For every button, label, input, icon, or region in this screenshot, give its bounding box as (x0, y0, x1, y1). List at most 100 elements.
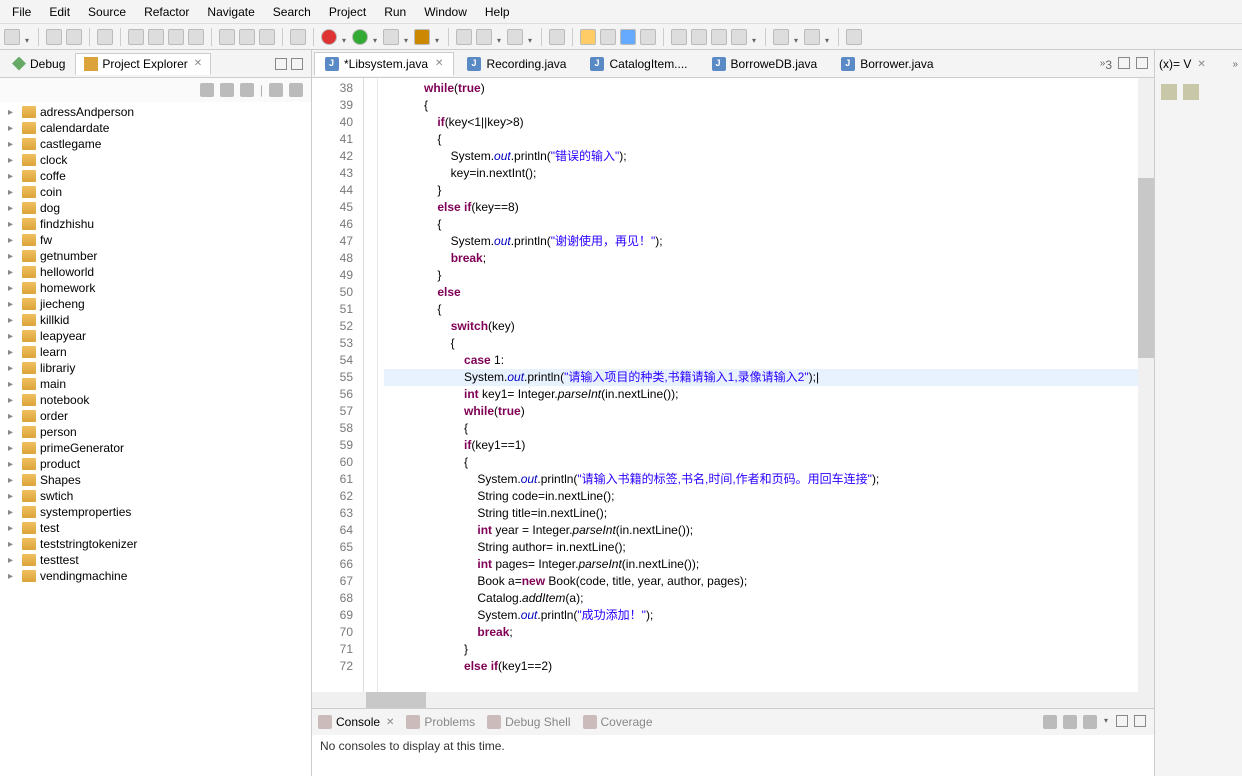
code-line[interactable]: { (384, 97, 1154, 114)
tab-debug-shell[interactable]: Debug Shell (487, 715, 570, 729)
disconnect-icon[interactable] (188, 29, 204, 45)
chevron-right-icon[interactable]: ▸ (8, 347, 18, 358)
terminate-icon[interactable] (168, 29, 184, 45)
tree-item[interactable]: ▸jiecheng (0, 296, 311, 312)
menu-search[interactable]: Search (265, 3, 319, 21)
code-line[interactable]: Catalog.addItem(a); (384, 590, 1154, 607)
minimize-icon[interactable] (1116, 715, 1128, 727)
new-icon[interactable] (4, 29, 20, 45)
menu-help[interactable]: Help (477, 3, 518, 21)
last-edit-icon[interactable] (711, 29, 727, 45)
tree-item[interactable]: ▸getnumber (0, 248, 311, 264)
code-line[interactable]: String code=in.nextLine(); (384, 488, 1154, 505)
tab-coverage[interactable]: Coverage (583, 715, 653, 729)
display-console-icon[interactable] (1063, 715, 1077, 729)
chevron-right-icon[interactable]: ▸ (8, 491, 18, 502)
open-type-icon[interactable] (507, 29, 523, 45)
code-line[interactable]: while(true) (384, 80, 1154, 97)
code-line[interactable]: if(key1==1) (384, 437, 1154, 454)
code-line[interactable]: Book a=new Book(code, title, year, autho… (384, 573, 1154, 590)
editor-tab[interactable]: CatalogItem.... (579, 52, 698, 76)
code-area[interactable]: while(true) { if(key<1||key>8) { System.… (378, 78, 1154, 692)
minimize-icon[interactable] (1118, 57, 1130, 69)
tree-item[interactable]: ▸coin (0, 184, 311, 200)
close-icon[interactable]: ✕ (435, 58, 443, 69)
tree-item[interactable]: ▸testtest (0, 552, 311, 568)
new-package-icon[interactable] (456, 29, 472, 45)
close-icon[interactable]: ✕ (1197, 59, 1205, 70)
code-line[interactable]: System.out.println("谢谢使用，再见！"); (384, 233, 1154, 250)
maximize-icon[interactable] (291, 58, 303, 70)
save-all-icon[interactable] (66, 29, 82, 45)
editor-tab[interactable]: Borrower.java (830, 52, 944, 76)
code-line[interactable]: while(true) (384, 403, 1154, 420)
tree-item[interactable]: ▸castlegame (0, 136, 311, 152)
code-line[interactable]: else if(key1==2) (384, 658, 1154, 675)
chevron-right-icon[interactable]: ▸ (8, 155, 18, 166)
code-line[interactable]: { (384, 131, 1154, 148)
code-line[interactable]: System.out.println("错误的输入"); (384, 148, 1154, 165)
code-line[interactable]: } (384, 182, 1154, 199)
menu-run[interactable]: Run (376, 3, 414, 21)
editor-tab[interactable]: *Libsystem.java✕ (314, 52, 454, 76)
chevron-right-icon[interactable]: ▸ (8, 475, 18, 486)
open-console-icon[interactable] (1083, 715, 1097, 729)
run-icon[interactable] (352, 29, 368, 45)
chevron-right-icon[interactable]: ▸ (8, 331, 18, 342)
tree-item[interactable]: ▸findzhishu (0, 216, 311, 232)
toggle-word-wrap-icon[interactable] (640, 29, 656, 45)
tab-problems[interactable]: Problems (406, 715, 475, 729)
chevron-right-icon[interactable]: ▸ (8, 555, 18, 566)
overflow-icon[interactable]: » (1232, 59, 1238, 70)
menu-edit[interactable]: Edit (41, 3, 78, 21)
code-line[interactable]: System.out.println("请输入书籍的标签,书名,时间,作者和页码… (384, 471, 1154, 488)
tree-item[interactable]: ▸primeGenerator (0, 440, 311, 456)
tree-item[interactable]: ▸killkid (0, 312, 311, 328)
tab-debug[interactable]: Debug (4, 54, 73, 74)
code-line[interactable]: break; (384, 250, 1154, 267)
show-whitespace-icon[interactable] (620, 29, 636, 45)
overflow-count[interactable]: »3 (1100, 58, 1112, 72)
code-line[interactable]: String title=in.nextLine(); (384, 505, 1154, 522)
project-tree[interactable]: ▸adressAndperson▸calendardate▸castlegame… (0, 102, 311, 776)
step-over-icon[interactable] (239, 29, 255, 45)
chevron-right-icon[interactable]: ▸ (8, 235, 18, 246)
code-line[interactable]: switch(key) (384, 318, 1154, 335)
nav-back-icon[interactable] (773, 29, 789, 45)
code-line[interactable]: break; (384, 624, 1154, 641)
code-line[interactable]: int key1= Integer.parseInt(in.nextLine()… (384, 386, 1154, 403)
chevron-right-icon[interactable]: ▸ (8, 299, 18, 310)
chevron-right-icon[interactable]: ▸ (8, 107, 18, 118)
step-return-icon[interactable] (259, 29, 275, 45)
search-icon[interactable] (549, 29, 565, 45)
code-line[interactable]: System.out.println("成功添加！"); (384, 607, 1154, 624)
code-line[interactable]: { (384, 216, 1154, 233)
chevron-right-icon[interactable]: ▸ (8, 251, 18, 262)
chevron-right-icon[interactable]: ▸ (8, 379, 18, 390)
filter-icon[interactable] (240, 83, 254, 97)
chevron-right-icon[interactable]: ▸ (8, 395, 18, 406)
drop-frame-icon[interactable] (290, 29, 306, 45)
close-icon[interactable]: ✕ (386, 717, 394, 728)
chevron-right-icon[interactable]: ▸ (8, 507, 18, 518)
variables-icon[interactable] (1161, 84, 1177, 100)
chevron-right-icon[interactable]: ▸ (8, 219, 18, 230)
tree-item[interactable]: ▸swtich (0, 488, 311, 504)
tree-item[interactable]: ▸clock (0, 152, 311, 168)
tree-item[interactable]: ▸coffe (0, 168, 311, 184)
view-menu-icon[interactable] (289, 83, 303, 97)
focus-task-icon[interactable] (269, 83, 283, 97)
tree-item[interactable]: ▸Shapes (0, 472, 311, 488)
tree-item[interactable]: ▸systemproperties (0, 504, 311, 520)
chevron-right-icon[interactable]: ▸ (8, 283, 18, 294)
chevron-right-icon[interactable]: ▸ (8, 139, 18, 150)
tree-item[interactable]: ▸main (0, 376, 311, 392)
code-line[interactable]: key=in.nextInt(); (384, 165, 1154, 182)
tab-variables[interactable]: (x)= V (1159, 57, 1191, 71)
code-line[interactable]: { (384, 335, 1154, 352)
collapse-all-icon[interactable] (200, 83, 214, 97)
pin-icon[interactable] (846, 29, 862, 45)
code-line[interactable]: { (384, 301, 1154, 318)
menu-refactor[interactable]: Refactor (136, 3, 197, 21)
maximize-icon[interactable] (1136, 57, 1148, 69)
